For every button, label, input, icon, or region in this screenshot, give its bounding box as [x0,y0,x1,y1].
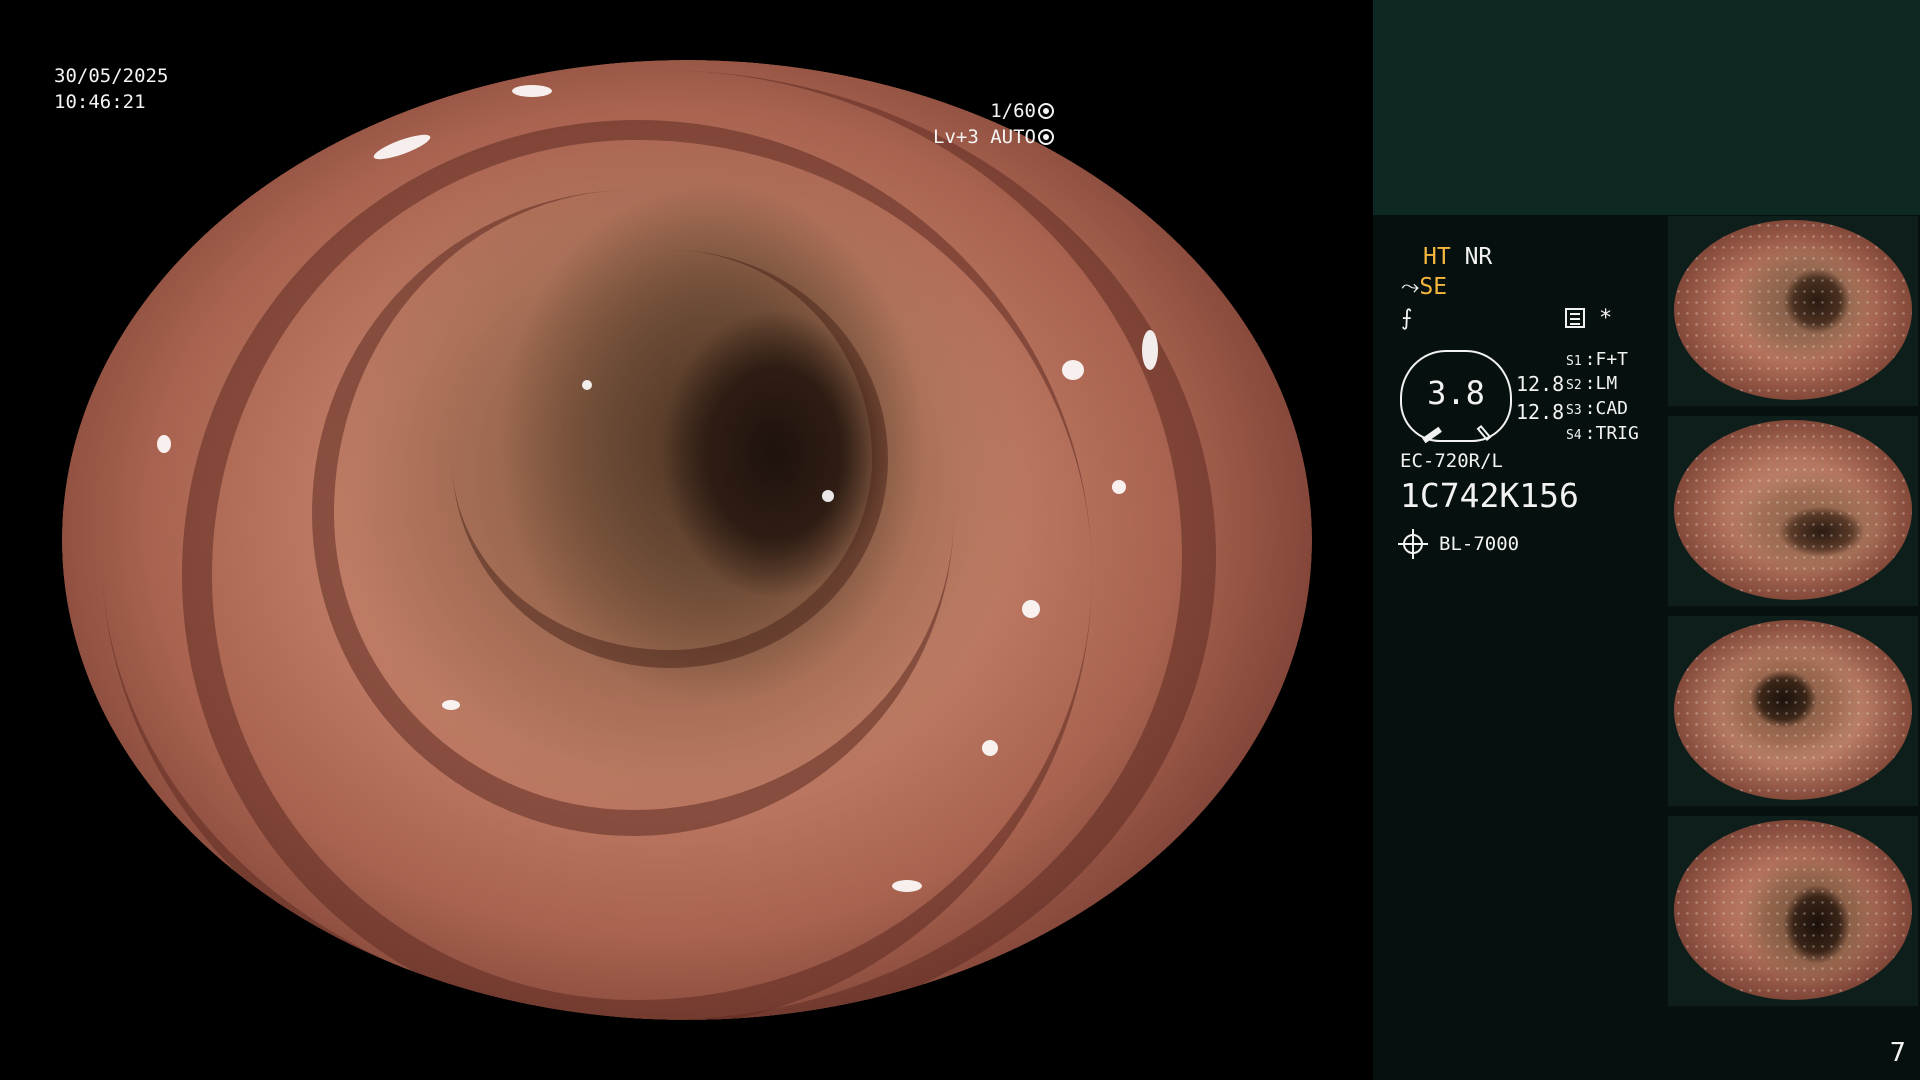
specular-highlight [442,700,460,710]
ht-label: HT [1423,244,1451,270]
thumbnail-image [1674,220,1912,400]
date-text: 30/05/2025 [54,65,169,87]
switch-label: LM [1595,373,1618,394]
specular-highlight [157,435,171,453]
switch-key: S2 [1566,378,1582,393]
readout-value-2: 12.8 [1516,400,1565,424]
switch-label: F+T [1595,349,1629,370]
endoscope-view: 30/05/2025 10:46:21 1/60 Lv+3 AUTO [0,0,1372,1080]
gauge-pointer-icon [1422,426,1442,444]
specular-highlight [1142,330,1158,370]
nr-label: NR [1464,244,1493,270]
switch-key: S3 [1566,403,1582,418]
switch-label: CAD [1595,398,1629,419]
specular-highlight [512,85,552,97]
switch-assignment-4: S4:TRIG [1566,423,1639,444]
gauge-marker-icon [1476,424,1492,442]
specular-highlight [582,380,592,390]
settings-icon [1565,308,1585,328]
iris-icon [1038,129,1054,145]
scope-model: EC-720R/L [1400,450,1503,472]
datetime-overlay: 30/05/2025 10:46:21 [54,63,168,115]
switch-key: S1 [1566,354,1582,369]
zoom-value: 3.8 [1427,374,1485,412]
endoscope-image [62,60,1312,1020]
structure-enhance-icon: ⤳ [1401,274,1420,300]
specular-highlight [822,490,834,502]
thumbnail-image [1674,420,1912,600]
haustral-fold [102,70,1216,1020]
zoom-gauge: 3.8 [1400,350,1512,444]
specular-highlight [1022,600,1040,618]
shutter-speed-text: 1/60 [990,100,1036,122]
star-indicator: * [1599,306,1613,331]
readout-value-1: 12.8 [1516,372,1565,396]
capture-thumbnail[interactable] [1668,416,1918,606]
switch-assignment-3: S3:CAD [1566,398,1629,419]
time-text: 10:46:21 [54,91,146,113]
specular-highlight [982,740,998,756]
switch-label: TRIG [1595,423,1639,444]
switch-key: S4 [1566,428,1582,443]
color-mode-icon: ⨍ [1401,306,1413,331]
iris-level-text: Lv+3 AUTO [933,126,1036,148]
se-indicator: ⤳SE [1401,274,1447,300]
capture-thumbnail[interactable] [1668,816,1918,1006]
specular-highlight [892,880,922,892]
se-label: SE [1419,274,1448,300]
capture-thumbnail[interactable] [1668,616,1918,806]
thumbnail-image [1674,620,1912,800]
exposure-overlay: 1/60 Lv+3 AUTO [933,98,1054,150]
thumbnail-image [1674,820,1912,1000]
switch-assignment-1: S1:F+T [1566,349,1629,370]
patient-info-area [1373,0,1920,215]
light-source-icon [1398,529,1428,559]
light-source-model: BL-7000 [1439,533,1520,555]
page-number: 7 [1889,1038,1906,1068]
switch-assignment-2: S2:LM [1566,373,1618,394]
specular-highlight [1062,360,1084,380]
shutter-icon [1038,103,1054,119]
specular-highlight [1112,480,1126,494]
capture-thumbnail[interactable] [1668,216,1918,406]
scope-serial: 1C742K156 [1400,476,1579,515]
ht-nr-indicator: HT NR [1423,244,1492,270]
